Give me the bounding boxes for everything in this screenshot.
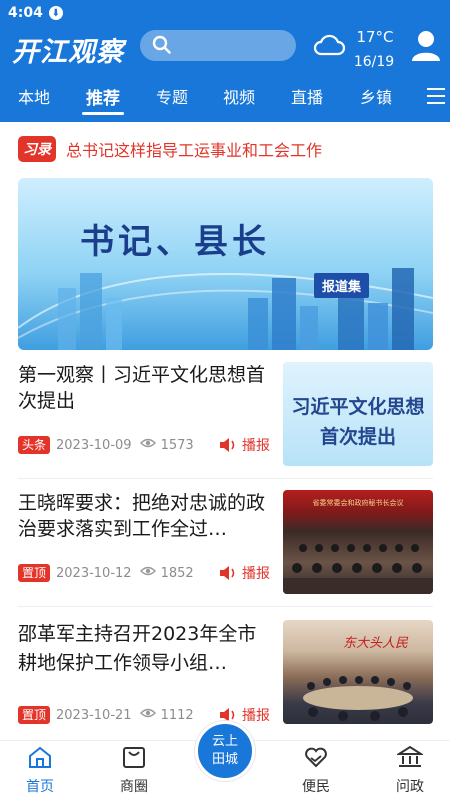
bottom-navigation: 首页 商圈 云上 田城 便民 问政 — [0, 721, 450, 800]
divider — [18, 478, 433, 479]
news-item[interactable]: 邵革军主持召开2023年全市耕地保护工作领导小组… 置顶 2023-10-21 … — [18, 620, 433, 730]
news-title[interactable]: 第一观察丨习近平文化思想首次提出 — [18, 362, 272, 414]
tab-recommend[interactable]: 推荐 — [86, 84, 120, 109]
app-logo[interactable]: 开江观察 — [12, 30, 124, 69]
news-date: 2023-10-21 — [56, 707, 132, 723]
thumb-text-line-1: 习近平文化思想 — [291, 396, 425, 418]
headline-notice[interactable]: 习录 总书记这样指导工运事业和工会工作 — [18, 134, 432, 164]
feature-banner[interactable]: 书记、县长 报道集 — [18, 178, 433, 350]
cloud-icon — [312, 30, 346, 64]
banner-skyline-illustration — [18, 268, 433, 350]
divider — [18, 606, 433, 607]
nav-inquiry-label: 问政 — [396, 779, 424, 795]
nav-home[interactable]: 首页 — [10, 745, 70, 796]
news-date: 2023-10-12 — [56, 565, 132, 581]
meeting-photo — [303, 676, 413, 721]
tab-video[interactable]: 视频 — [223, 84, 255, 108]
banner-tag: 报道集 — [314, 273, 370, 298]
heart-hand-icon — [305, 747, 327, 768]
news-date: 2023-10-09 — [56, 437, 132, 453]
shop-icon — [123, 747, 145, 768]
home-icon — [29, 746, 51, 768]
eye-icon — [139, 437, 156, 453]
listen-label: 播报 — [242, 438, 270, 454]
notice-text[interactable]: 总书记这样指导工运事业和工会工作 — [66, 137, 322, 161]
news-item[interactable]: 第一观察丨习近平文化思想首次提出 头条 2023-10-09 1573 播报 习… — [18, 362, 433, 472]
banner-title: 书记、县长 — [80, 222, 270, 262]
weather-date: 16/19 — [353, 54, 395, 70]
news-title[interactable]: 王晓晖要求：把绝对忠诚的政治要求落实到工作全过… — [18, 490, 272, 542]
cloud-city-button[interactable]: 云上 田城 — [195, 721, 255, 781]
listen-button[interactable]: 播报 — [218, 563, 270, 583]
news-title[interactable]: 邵革军主持召开2023年全市耕地保护工作领导小组… — [18, 620, 272, 678]
pinned-badge: 置顶 — [18, 564, 51, 582]
news-thumbnail[interactable]: 习近平文化思想 首次提出 — [283, 362, 433, 466]
eye-icon — [139, 565, 156, 581]
tab-topics[interactable]: 专题 — [156, 84, 188, 108]
news-item[interactable]: 王晓晖要求：把绝对忠诚的政治要求落实到工作全过… 置顶 2023-10-12 1… — [18, 490, 433, 600]
user-icon[interactable] — [410, 28, 442, 66]
thumb-text-line-2: 首次提出 — [319, 426, 396, 448]
speaker-icon — [220, 566, 235, 580]
news-views: 1112 — [160, 707, 194, 723]
top-bar: 4:04 ⬇ 开江观察 17°C 16/19 本地 推荐 专题 视频 直播 乡镇 — [0, 0, 450, 122]
status-time: 4:04 — [8, 5, 43, 21]
meeting-photo — [283, 544, 433, 594]
nav-shop-label: 商圈 — [120, 779, 148, 795]
weather-temperature: 17°C — [356, 28, 394, 46]
nav-shop[interactable]: 商圈 — [104, 745, 164, 796]
news-thumbnail[interactable]: 东大头人民 — [283, 620, 433, 724]
tab-live[interactable]: 直播 — [291, 84, 323, 108]
nav-home-label: 首页 — [26, 779, 54, 795]
notice-badge: 习录 — [18, 136, 56, 162]
bank-icon — [395, 745, 425, 767]
listen-button[interactable]: 播报 — [218, 435, 270, 455]
pinned-badge: 置顶 — [18, 706, 51, 724]
nav-services[interactable]: 便民 — [286, 745, 346, 796]
search-input[interactable] — [140, 30, 296, 61]
eye-icon — [139, 707, 156, 723]
speaker-icon — [220, 438, 235, 452]
headline-badge: 头条 — [18, 436, 51, 454]
menu-icon[interactable] — [426, 86, 446, 110]
listen-label: 播报 — [242, 708, 270, 724]
listen-label: 播报 — [242, 566, 270, 582]
tab-towns[interactable]: 乡镇 — [360, 84, 392, 108]
news-meta: 置顶 2023-10-12 1852 — [18, 564, 194, 582]
category-tabs: 本地 推荐 专题 视频 直播 乡镇 — [0, 80, 450, 115]
news-meta: 头条 2023-10-09 1573 — [18, 436, 194, 454]
news-views: 1852 — [160, 565, 194, 581]
news-meta: 置顶 2023-10-21 1112 — [18, 706, 194, 724]
active-tab-indicator — [82, 112, 124, 115]
download-icon: ⬇ — [48, 6, 63, 20]
news-thumbnail[interactable]: 省委常委会和政府秘书长会议 — [283, 490, 433, 594]
search-icon — [152, 35, 172, 59]
nav-inquiry[interactable]: 问政 — [380, 745, 440, 796]
status-bar: 4:04 ⬇ — [8, 4, 63, 22]
tab-local[interactable]: 本地 — [18, 84, 50, 108]
news-views: 1573 — [160, 437, 194, 453]
nav-services-label: 便民 — [302, 779, 330, 795]
